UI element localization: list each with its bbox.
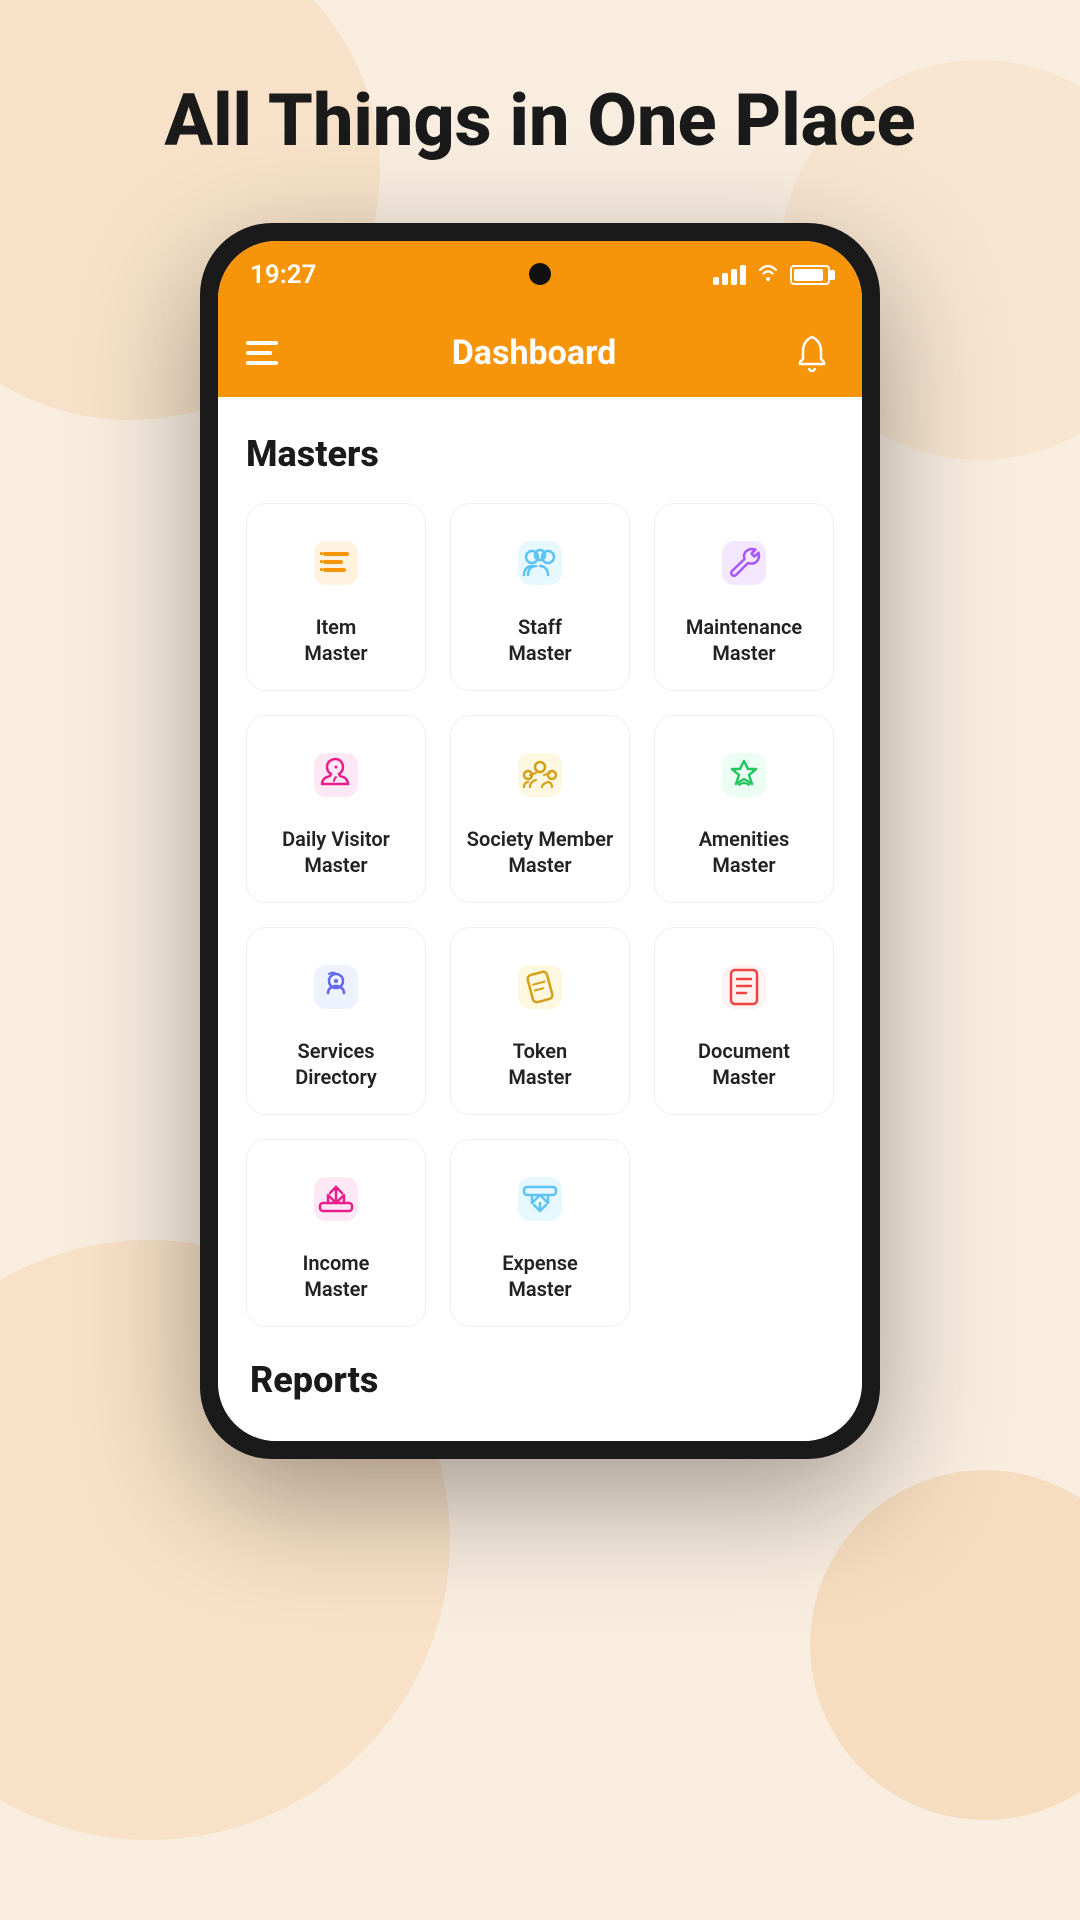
token-master-tile[interactable]: TokenMaster xyxy=(450,927,630,1115)
masters-grid: ItemMaster St xyxy=(246,503,834,1327)
document-master-icon xyxy=(709,952,779,1022)
expense-master-tile[interactable]: ExpenseMaster xyxy=(450,1139,630,1327)
daily-visitor-master-icon xyxy=(301,740,371,810)
status-time: 19:27 xyxy=(250,260,317,290)
header-title: Dashboard xyxy=(452,333,617,373)
services-directory-tile[interactable]: ServicesDirectory xyxy=(246,927,426,1115)
expense-master-icon xyxy=(505,1164,575,1234)
signal-icon xyxy=(713,265,746,285)
document-master-label: DocumentMaster xyxy=(698,1038,790,1090)
notification-bell-icon[interactable] xyxy=(790,331,834,375)
status-bar: 19:27 xyxy=(218,241,862,309)
app-content: Masters xyxy=(218,397,862,1441)
masters-section-title: Masters xyxy=(246,433,834,475)
token-master-icon xyxy=(505,952,575,1022)
camera-notch xyxy=(529,263,551,285)
maintenance-master-tile[interactable]: MaintenanceMaster xyxy=(654,503,834,691)
wifi-icon xyxy=(756,262,780,287)
society-member-master-tile[interactable]: Society MemberMaster xyxy=(450,715,630,903)
maintenance-master-label: MaintenanceMaster xyxy=(686,614,802,666)
services-directory-icon xyxy=(301,952,371,1022)
society-member-master-icon xyxy=(505,740,575,810)
income-master-tile[interactable]: IncomeMaster xyxy=(246,1139,426,1327)
battery-icon xyxy=(790,265,830,285)
daily-visitor-master-tile[interactable]: Daily VisitorMaster xyxy=(246,715,426,903)
page-content: All Things in One Place 19:27 xyxy=(0,0,1080,1459)
staff-master-label: StaffMaster xyxy=(508,614,571,666)
status-icons xyxy=(713,262,830,287)
token-master-label: TokenMaster xyxy=(508,1038,571,1090)
expense-master-label: ExpenseMaster xyxy=(502,1250,578,1302)
item-master-icon xyxy=(301,528,371,598)
daily-visitor-master-label: Daily VisitorMaster xyxy=(282,826,390,878)
staff-master-icon xyxy=(505,528,575,598)
item-master-label: ItemMaster xyxy=(304,614,367,666)
maintenance-master-icon xyxy=(709,528,779,598)
amenities-master-label: AmenitiesMaster xyxy=(699,826,790,878)
society-member-master-label: Society MemberMaster xyxy=(467,826,613,878)
hamburger-menu[interactable] xyxy=(246,341,278,365)
income-master-icon xyxy=(301,1164,371,1234)
staff-master-tile[interactable]: StaffMaster xyxy=(450,503,630,691)
services-directory-label: ServicesDirectory xyxy=(295,1038,377,1090)
page-title: All Things in One Place xyxy=(104,80,975,163)
document-master-tile[interactable]: DocumentMaster xyxy=(654,927,834,1115)
item-master-tile[interactable]: ItemMaster xyxy=(246,503,426,691)
amenities-master-tile[interactable]: AmenitiesMaster xyxy=(654,715,834,903)
app-header: Dashboard xyxy=(218,309,862,397)
phone-inner: 19:27 xyxy=(218,241,862,1441)
income-master-label: IncomeMaster xyxy=(303,1250,370,1302)
phone-mockup: 19:27 xyxy=(200,223,880,1459)
reports-section-title: Reports xyxy=(246,1359,834,1401)
amenities-master-icon xyxy=(709,740,779,810)
